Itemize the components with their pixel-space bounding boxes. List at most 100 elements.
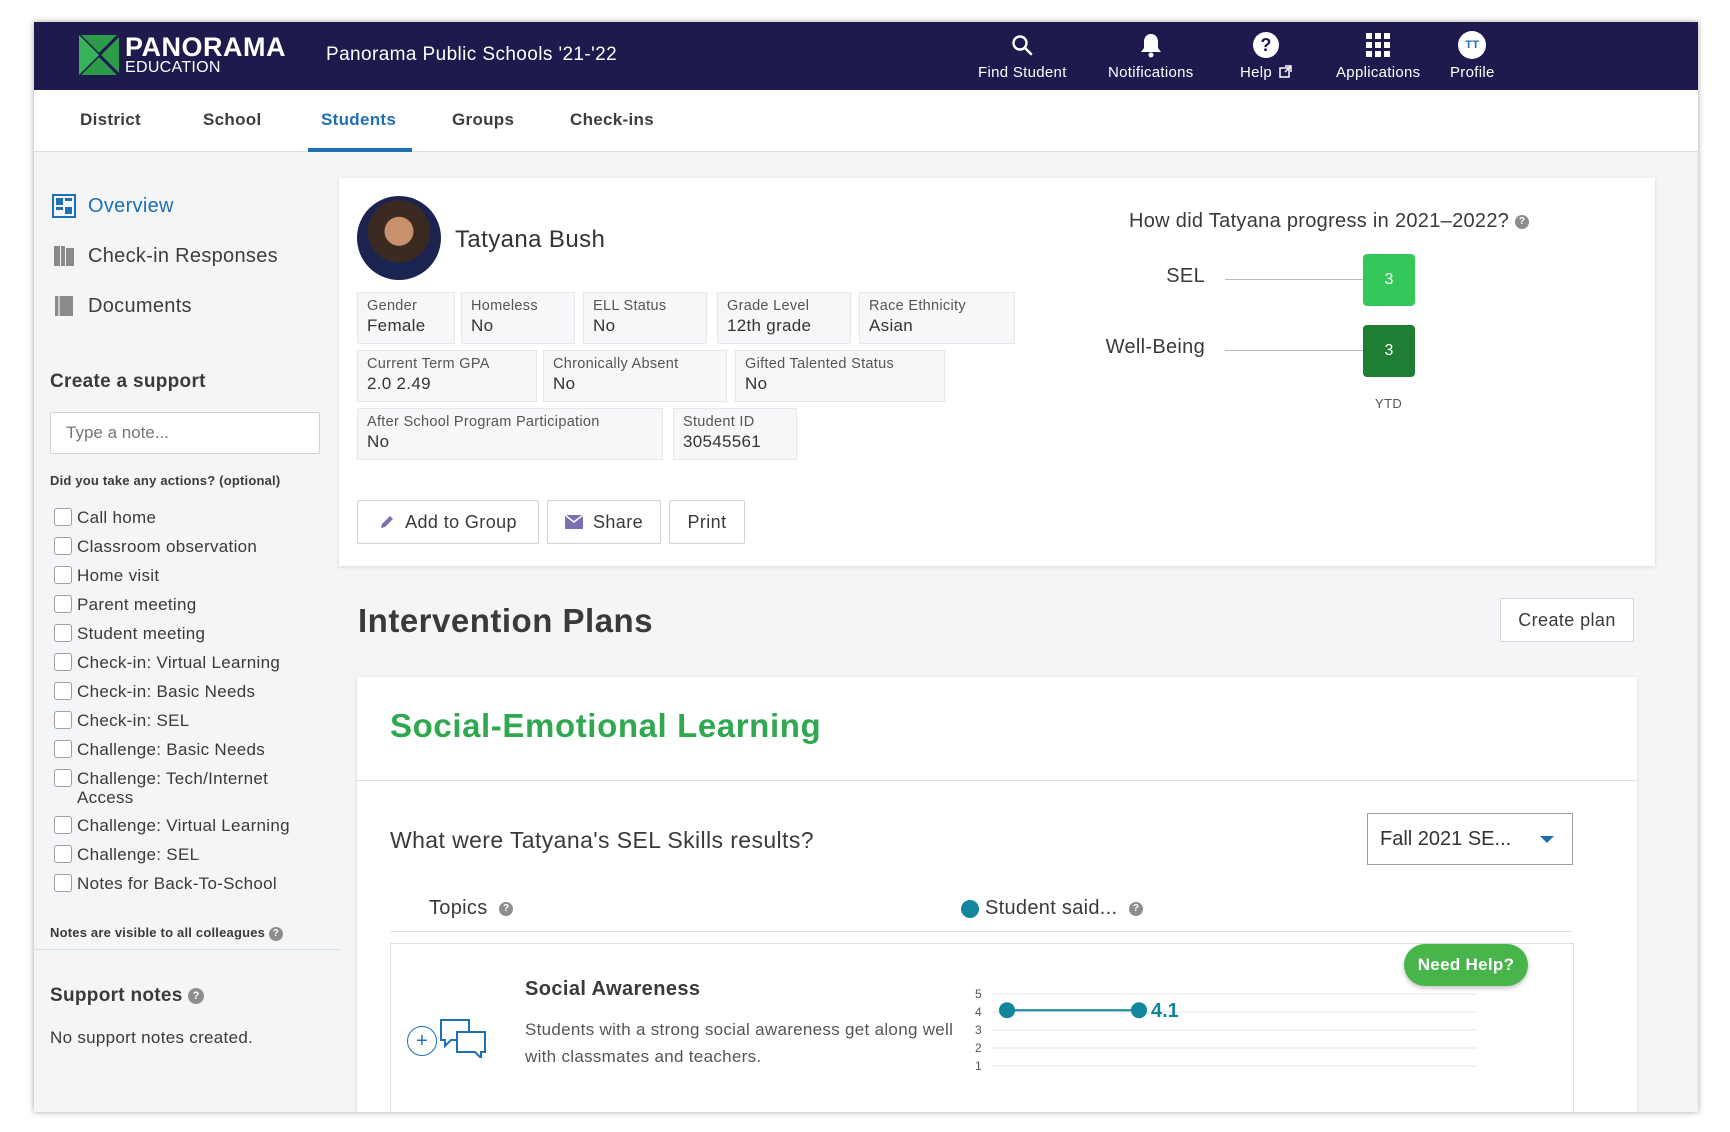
logo-sub-text: EDUCATION (125, 59, 221, 76)
checkbox[interactable] (54, 740, 72, 758)
primary-tabs: District School Students Groups Check-in… (34, 90, 1698, 152)
attr-homeless: Homeless No (461, 292, 575, 344)
info-icon[interactable]: ? (1129, 901, 1144, 916)
expand-topic-button[interactable]: + (407, 1026, 437, 1056)
attr-gender: Gender Female (357, 292, 455, 344)
attr-grade-level: Grade Level 12th grade (717, 292, 851, 344)
print-button[interactable]: Print (669, 500, 745, 544)
sel-card: Social-Emotional Learning What were Taty… (357, 677, 1637, 1112)
action-checkbox-row[interactable]: Challenge: Virtual Learning (54, 816, 290, 835)
action-checkbox-row[interactable]: Student meeting (54, 624, 205, 643)
action-checkbox-row[interactable]: Challenge: Basic Needs (54, 740, 265, 759)
sidebar-item-overview[interactable]: Overview (52, 194, 174, 218)
overview-icon (52, 194, 76, 218)
student-avatar (357, 196, 441, 280)
action-checkbox-row[interactable]: Check-in: Virtual Learning (54, 653, 280, 672)
attr-chronically-absent: Chronically Absent No (543, 350, 727, 402)
info-icon[interactable]: ? (188, 987, 205, 1004)
app-window: PANORAMA EDUCATION Panorama Public Schoo… (34, 22, 1698, 1112)
logo-main-text: PANORAMA (125, 32, 286, 62)
attr-race-ethnicity: Race Ethnicity Asian (859, 292, 1015, 344)
checkbox-label: Challenge: Basic Needs (77, 740, 266, 759)
checkbox[interactable] (54, 537, 72, 555)
checkbox[interactable] (54, 874, 72, 892)
checkbox[interactable] (54, 769, 72, 787)
checkbox-label: Parent meeting (77, 595, 197, 614)
envelope-icon (564, 515, 583, 529)
find-student-button[interactable]: Find Student (978, 30, 1067, 86)
checkbox-label: Challenge: SEL (77, 845, 200, 864)
checkbox-label: Check-in: Virtual Learning (77, 653, 281, 672)
support-notes-title: Support notes ? (50, 985, 205, 1007)
applications-button[interactable]: Applications (1336, 30, 1420, 86)
action-checkbox-row[interactable]: Home visit (54, 566, 159, 585)
chevron-down-icon (1540, 836, 1554, 843)
checkbox[interactable] (54, 816, 72, 834)
sidebar-item-label: Documents (88, 294, 192, 317)
y-tick-label: 5 (975, 987, 982, 1001)
progress-title: How did Tatyana progress in 2021–2022? ? (1129, 210, 1530, 233)
checkbox[interactable] (54, 566, 72, 584)
tab-check-ins[interactable]: Check-ins (570, 110, 654, 130)
topic-name: Social Awareness (525, 978, 701, 1000)
create-plan-button[interactable]: Create plan (1500, 598, 1634, 642)
checkbox[interactable] (54, 653, 72, 671)
sel-score-badge[interactable]: 3 (1363, 254, 1415, 306)
action-checkbox-row[interactable]: Notes for Back-To-School (54, 874, 277, 893)
sel-title: Social-Emotional Learning (390, 707, 822, 744)
action-checkbox-row[interactable]: Classroom observation (54, 537, 257, 556)
action-checkbox-row[interactable]: Check-in: SEL (54, 711, 190, 730)
action-checkbox-row[interactable]: Check-in: Basic Needs (54, 682, 255, 701)
tab-district[interactable]: District (80, 110, 141, 130)
topic-description: Students with a strong social awareness … (525, 1020, 954, 1066)
progress-line (1225, 279, 1363, 280)
survey-select[interactable]: Fall 2021 SE... (1367, 813, 1573, 865)
tab-school[interactable]: School (203, 110, 261, 130)
divider (357, 780, 1637, 781)
note-input[interactable] (50, 412, 320, 454)
action-checkbox-row[interactable]: Challenge: Tech/Internet Access (54, 769, 307, 807)
panorama-logo[interactable]: PANORAMA EDUCATION (79, 34, 286, 76)
checkbox[interactable] (54, 711, 72, 729)
sidebar-item-check-in-responses[interactable]: Check-in Responses (52, 244, 278, 268)
find-student-label: Find Student (978, 64, 1067, 81)
checkbox[interactable] (54, 845, 72, 863)
tab-groups[interactable]: Groups (452, 110, 514, 130)
sidebar-item-label: Check-in Responses (88, 244, 278, 267)
survey-select-value: Fall 2021 SE... (1380, 827, 1512, 850)
share-button[interactable]: Share (547, 500, 661, 544)
y-tick-label: 3 (975, 1023, 982, 1037)
y-tick-label: 4 (975, 1005, 982, 1019)
action-checkbox-row[interactable]: Parent meeting (54, 595, 197, 614)
info-icon[interactable]: ? (268, 926, 283, 941)
student-profile-card: Tatyana Bush Gender Female Homeless No ELL… (339, 178, 1655, 566)
help-icon: ? (1252, 30, 1280, 60)
checkbox[interactable] (54, 682, 72, 700)
action-checkbox-row[interactable]: Challenge: SEL (54, 845, 199, 864)
add-to-group-button[interactable]: Add to Group (357, 500, 539, 544)
info-icon[interactable]: ? (1515, 214, 1530, 229)
checkbox[interactable] (54, 508, 72, 526)
column-header-student-said: Student said... ? (961, 897, 1144, 920)
well-being-score-badge[interactable]: 3 (1363, 325, 1415, 377)
create-support-title: Create a support (50, 371, 206, 392)
need-help-button[interactable]: Need Help? (1404, 944, 1528, 986)
tab-students[interactable]: Students (321, 110, 396, 130)
checkbox-label: Challenge: Virtual Learning (77, 816, 290, 835)
action-checkbox-row[interactable]: Call home (54, 508, 156, 527)
checkbox-label: Notes for Back-To-School (77, 874, 277, 893)
info-icon[interactable]: ? (499, 901, 514, 916)
grid-icon (1366, 30, 1391, 60)
support-notes-empty: No support notes created. (50, 1028, 254, 1047)
checkbox-label: Home visit (77, 566, 160, 585)
checkbox-label: Classroom observation (77, 537, 258, 556)
checkbox[interactable] (54, 624, 72, 642)
profile-button[interactable]: TT Profile (1450, 30, 1495, 86)
applications-label: Applications (1336, 64, 1421, 81)
sidebar-item-documents[interactable]: Documents (52, 294, 192, 318)
top-bar: PANORAMA EDUCATION Panorama Public Schoo… (34, 22, 1698, 90)
profile-label: Profile (1450, 64, 1495, 81)
help-button[interactable]: ? Help (1240, 30, 1292, 86)
notifications-button[interactable]: Notifications (1108, 30, 1194, 86)
checkbox[interactable] (54, 595, 72, 613)
